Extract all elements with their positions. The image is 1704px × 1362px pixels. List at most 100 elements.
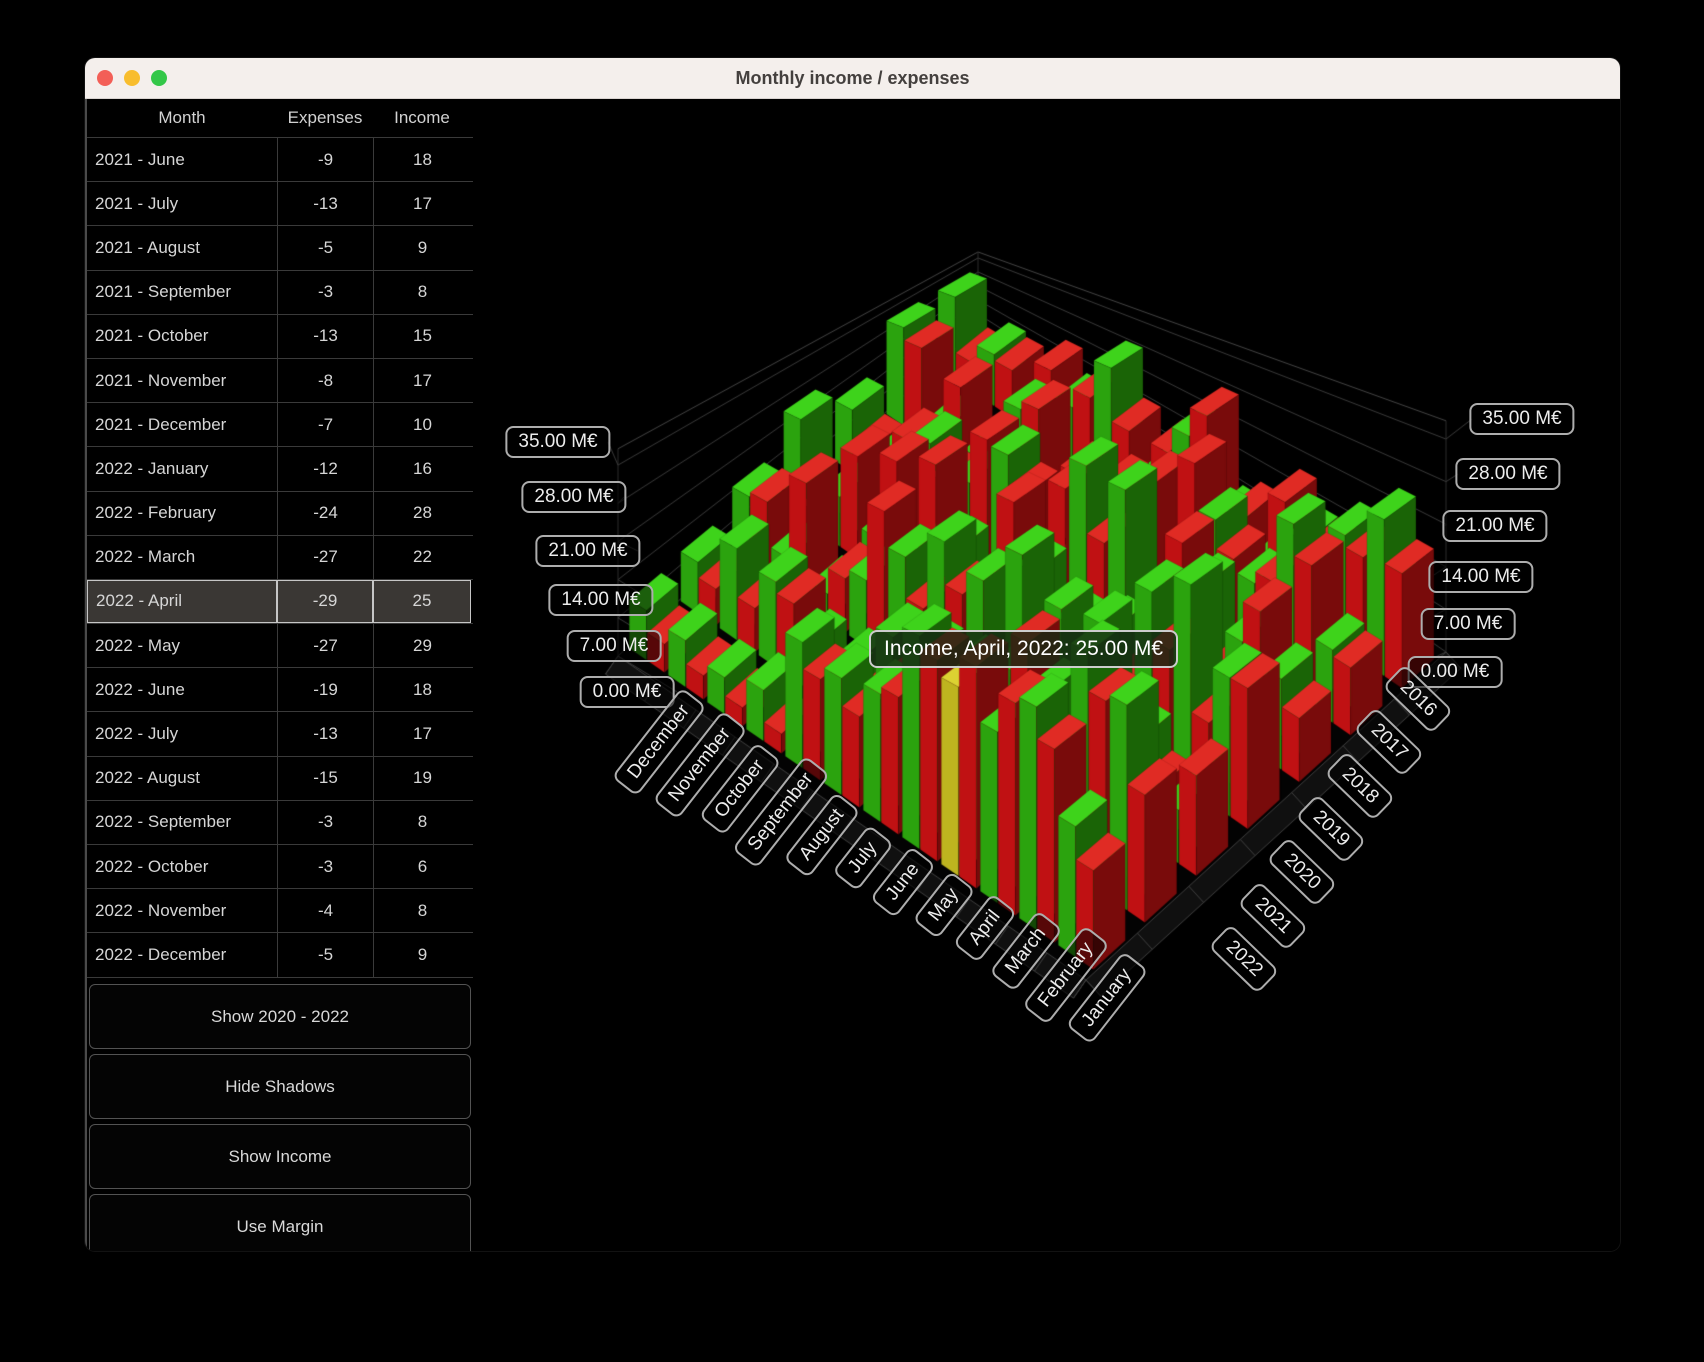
table-cell[interactable]: -13 [277, 182, 373, 225]
action-button-use-margin[interactable]: Use Margin [89, 1194, 471, 1252]
table-cell[interactable]: 8 [373, 801, 471, 844]
value-axis-label-right: 21.00 M€ [1442, 510, 1547, 542]
table-cell[interactable]: 2021 - June [87, 138, 277, 181]
table-cell[interactable]: 2022 - July [87, 712, 277, 755]
table-cell[interactable]: 2021 - September [87, 271, 277, 314]
table-row[interactable]: 2021 - November-817 [87, 359, 473, 403]
table-cell[interactable]: -7 [277, 403, 373, 446]
table-cell[interactable]: 28 [373, 492, 471, 535]
action-button-show-income[interactable]: Show Income [89, 1124, 471, 1189]
table-cell[interactable]: -15 [277, 757, 373, 800]
value-axis-label-right: 35.00 M€ [1469, 403, 1574, 435]
value-axis-label-right: 28.00 M€ [1455, 458, 1560, 490]
table-cell[interactable]: -24 [277, 492, 373, 535]
value-axis-label-right: 14.00 M€ [1428, 561, 1533, 593]
table-cell[interactable]: 15 [373, 315, 471, 358]
data-panel: MonthExpensesIncome 2021 - June-9182021 … [85, 99, 473, 1252]
column-header-income: Income [373, 108, 471, 128]
table-row[interactable]: 2022 - October-36 [87, 845, 473, 889]
table-cell[interactable]: 25 [373, 580, 471, 623]
table-cell[interactable]: 29 [373, 624, 471, 667]
table-row[interactable]: 2021 - December-710 [87, 403, 473, 447]
table-row[interactable]: 2021 - August-59 [87, 226, 473, 270]
window-title: Monthly income / expenses [85, 58, 1620, 98]
table-cell[interactable]: 18 [373, 138, 471, 181]
table-cell[interactable]: -27 [277, 624, 373, 667]
table-cell[interactable]: 2022 - June [87, 668, 277, 711]
title-bar: Monthly income / expenses [85, 58, 1620, 99]
value-axis-label-left: 0.00 M€ [580, 676, 675, 708]
table-cell[interactable]: -9 [277, 138, 373, 181]
table-cell[interactable]: -12 [277, 447, 373, 490]
table-cell[interactable]: 2022 - March [87, 536, 277, 579]
value-axis-label-left: 14.00 M€ [548, 584, 653, 616]
table-row[interactable]: 2022 - December-59 [87, 933, 473, 977]
table-cell[interactable]: -19 [277, 668, 373, 711]
table-cell[interactable]: -4 [277, 889, 373, 932]
table-cell[interactable]: 2021 - August [87, 226, 277, 269]
table-cell[interactable]: 19 [373, 757, 471, 800]
value-axis-label-left: 28.00 M€ [521, 481, 626, 513]
button-column: Show 2020 - 2022Hide ShadowsShow IncomeU… [89, 979, 471, 1252]
selection-tooltip: Income, April, 2022: 25.00 M€ [869, 630, 1178, 668]
table-cell[interactable]: 2022 - November [87, 889, 277, 932]
table-cell[interactable]: -27 [277, 536, 373, 579]
table-cell[interactable]: 2022 - August [87, 757, 277, 800]
table-row[interactable]: 2022 - April-2925 [87, 580, 473, 624]
table-header: MonthExpensesIncome [87, 99, 473, 137]
table-row[interactable]: 2022 - June-1918 [87, 668, 473, 712]
table-row[interactable]: 2021 - July-1317 [87, 182, 473, 226]
table-row[interactable]: 2022 - July-1317 [87, 712, 473, 756]
table-cell[interactable]: 2021 - December [87, 403, 277, 446]
table-cell[interactable]: 18 [373, 668, 471, 711]
value-axis-label-right: 7.00 M€ [1421, 608, 1516, 640]
table-cell[interactable]: -3 [277, 271, 373, 314]
table-cell[interactable]: 9 [373, 933, 471, 976]
table-row[interactable]: 2021 - September-38 [87, 271, 473, 315]
table-cell[interactable]: 2022 - December [87, 933, 277, 976]
table-cell[interactable]: -13 [277, 315, 373, 358]
table-cell[interactable]: 17 [373, 359, 471, 402]
app-window: Monthly income / expenses MonthExpensesI… [84, 57, 1621, 1252]
table-row[interactable]: 2022 - January-1216 [87, 447, 473, 491]
table-cell[interactable]: -8 [277, 359, 373, 402]
column-header-expenses: Expenses [277, 108, 373, 128]
table-cell[interactable]: 17 [373, 712, 471, 755]
table-cell[interactable]: -3 [277, 845, 373, 888]
table-cell[interactable]: 2021 - November [87, 359, 277, 402]
table-row[interactable]: 2021 - October-1315 [87, 315, 473, 359]
table-cell[interactable]: 2022 - October [87, 845, 277, 888]
table-cell[interactable]: -3 [277, 801, 373, 844]
table-cell[interactable]: -13 [277, 712, 373, 755]
table-row[interactable]: 2021 - June-918 [87, 138, 473, 182]
table-cell[interactable]: 9 [373, 226, 471, 269]
table-cell[interactable]: 8 [373, 889, 471, 932]
action-button-hide-shadows[interactable]: Hide Shadows [89, 1054, 471, 1119]
main-content: MonthExpensesIncome 2021 - June-9182021 … [85, 99, 1620, 1252]
value-axis-label-left: 7.00 M€ [567, 630, 662, 662]
table-cell[interactable]: -29 [277, 580, 373, 623]
table-row[interactable]: 2022 - August-1519 [87, 757, 473, 801]
table-cell[interactable]: 2022 - April [87, 580, 277, 623]
table-row[interactable]: 2022 - November-48 [87, 889, 473, 933]
table-cell[interactable]: 10 [373, 403, 471, 446]
table-cell[interactable]: 2021 - October [87, 315, 277, 358]
table-cell[interactable]: 2022 - September [87, 801, 277, 844]
table-cell[interactable]: -5 [277, 226, 373, 269]
table-cell[interactable]: 2022 - January [87, 447, 277, 490]
table-row[interactable]: 2022 - February-2428 [87, 492, 473, 536]
table-cell[interactable]: 22 [373, 536, 471, 579]
table-row[interactable]: 2022 - May-2729 [87, 624, 473, 668]
table-cell[interactable]: -5 [277, 933, 373, 976]
table-cell[interactable]: 6 [373, 845, 471, 888]
table-row[interactable]: 2022 - September-38 [87, 801, 473, 845]
table-cell[interactable]: 2021 - July [87, 182, 277, 225]
table-cell[interactable]: 2022 - February [87, 492, 277, 535]
table-cell[interactable]: 2022 - May [87, 624, 277, 667]
action-button-show-2020-2022[interactable]: Show 2020 - 2022 [89, 984, 471, 1049]
table-cell[interactable]: 8 [373, 271, 471, 314]
table-cell[interactable]: 16 [373, 447, 471, 490]
value-axis-label-left: 21.00 M€ [535, 535, 640, 567]
table-row[interactable]: 2022 - March-2722 [87, 536, 473, 580]
table-cell[interactable]: 17 [373, 182, 471, 225]
